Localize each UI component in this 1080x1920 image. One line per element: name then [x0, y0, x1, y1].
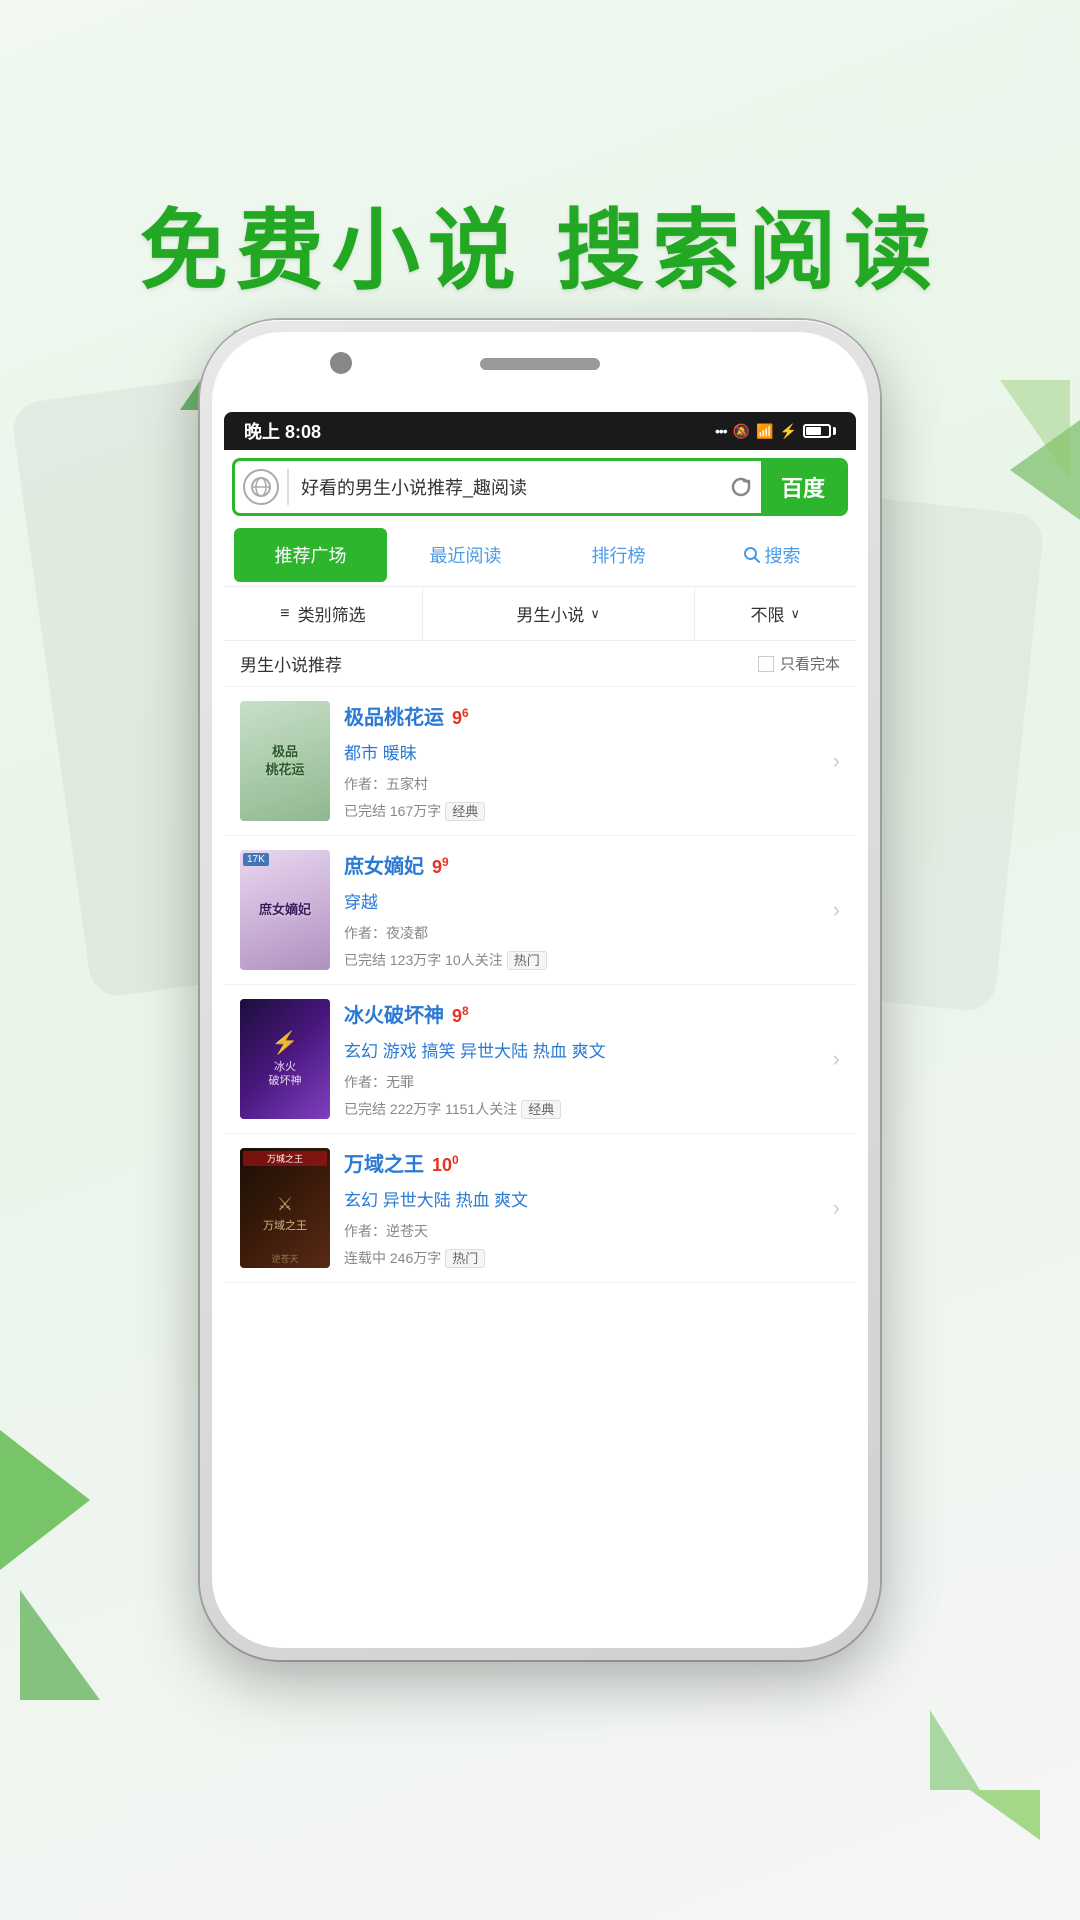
book-stats-1: 已完结 167万字经典 — [344, 801, 815, 821]
book-stats-4: 连载中 246万字热门 — [344, 1248, 815, 1268]
book-genre-1: 都市 暖昧 — [344, 739, 815, 764]
wifi-icon: 📶 — [756, 423, 773, 440]
deco-triangle-left-bottom — [0, 1430, 90, 1570]
chevron-down-icon-2: ∨ — [790, 606, 800, 622]
cover-badge-2: 17K — [243, 853, 269, 866]
battery-icon — [803, 424, 836, 438]
complete-filter[interactable]: 只看完本 — [758, 653, 840, 674]
filter-category-icon: ≡ — [280, 605, 289, 623]
deco-triangle-right-bottom — [970, 1790, 1040, 1840]
phone-camera — [330, 352, 352, 374]
phone-mockup: 晚上 8:08 ••• 🔕 📶 ⚡ — [200, 320, 880, 1660]
book-rating-3: 98 — [452, 1004, 469, 1027]
charge-icon: ⚡ — [780, 423, 797, 440]
section-header: 男生小说推荐 只看完本 — [224, 641, 856, 687]
book-stats-3: 已完结 222万字 1151人关注经典 — [344, 1099, 815, 1119]
app-title: 免费小说 搜索阅读 — [0, 180, 1080, 307]
book-rating-1: 96 — [452, 706, 469, 729]
tab-recommend[interactable]: 推荐广场 — [234, 528, 387, 582]
deco-triangle-right2 — [1000, 380, 1070, 480]
book-arrow-4: › — [829, 1148, 840, 1268]
search-query[interactable]: 好看的男生小说推荐_趣阅读 — [289, 466, 721, 508]
book-info-2: 庶女嫡妃 99 穿越 作者：夜凌都 已完结 123万字 10人关注热门 — [344, 850, 815, 970]
filter-limit-label: 不限 — [750, 601, 784, 626]
signal-icon: ••• — [715, 423, 727, 439]
book-cover-3: ⚡ 冰火破坏神 — [240, 999, 330, 1119]
baidu-button[interactable]: 百度 — [761, 461, 845, 513]
search-icon — [743, 546, 761, 564]
book-item[interactable]: ⚡ 冰火破坏神 冰火破坏神 98 玄幻 游戏 搞笑 异世大陆 热血 爽文 作者：… — [224, 985, 856, 1134]
book-list: 极品桃花运 极品桃花运 96 都市 暖昧 作者：五家村 — [224, 687, 856, 1636]
book-author-1: 作者：五家村 — [344, 774, 815, 794]
filter-type-label: 男生小说 — [516, 601, 584, 626]
book-info-1: 极品桃花运 96 都市 暖昧 作者：五家村 已完结 167万字经典 — [344, 701, 815, 821]
book-rating-4: 100 — [432, 1153, 459, 1176]
section-title: 男生小说推荐 — [240, 651, 342, 676]
chevron-down-icon: ∨ — [590, 606, 600, 622]
filter-type-button[interactable]: 男生小说 ∨ — [423, 587, 695, 640]
complete-checkbox[interactable] — [758, 656, 774, 672]
book-title-2: 庶女嫡妃 — [344, 850, 424, 879]
book-cover-1: 极品桃花运 — [240, 701, 330, 821]
nav-tabs: 推荐广场 最近阅读 排行榜 搜索 — [224, 524, 856, 587]
book-item[interactable]: 17K 庶女嫡妃 庶女嫡妃 99 穿越 作者：夜凌都 — [224, 836, 856, 985]
status-time: 晚上 8:08 — [244, 418, 321, 444]
book-genre-2: 穿越 — [344, 888, 815, 913]
complete-label: 只看完本 — [780, 653, 840, 674]
book-arrow-3: › — [829, 999, 840, 1119]
book-author-2: 作者：夜凌都 — [344, 923, 815, 943]
book-cover-4: 万城之王 ⚔ 万域之王 逆苍天 — [240, 1148, 330, 1268]
book-title-4: 万域之王 — [344, 1148, 424, 1177]
book-info-3: 冰火破坏神 98 玄幻 游戏 搞笑 异世大陆 热血 爽文 作者：无罪 已完结 2… — [344, 999, 815, 1119]
deco-triangle-left-bottom2 — [20, 1590, 100, 1700]
book-genre-3: 玄幻 游戏 搞笑 异世大陆 热血 爽文 — [344, 1037, 815, 1062]
book-cover-2: 17K 庶女嫡妃 — [240, 850, 330, 970]
book-author-3: 作者：无罪 — [344, 1072, 815, 1092]
tab-recent[interactable]: 最近阅读 — [389, 528, 542, 582]
book-arrow-2: › — [829, 850, 840, 970]
filter-limit-button[interactable]: 不限 ∨ — [695, 587, 857, 640]
globe-icon — [243, 469, 279, 505]
book-genre-4: 玄幻 异世大陆 热血 爽文 — [344, 1186, 815, 1211]
search-bar[interactable]: 好看的男生小说推荐_趣阅读 百度 — [232, 458, 848, 516]
filter-category-label: 类别筛选 — [298, 601, 366, 626]
book-arrow-1: › — [829, 701, 840, 821]
book-title-3: 冰火破坏神 — [344, 999, 444, 1028]
silent-icon: 🔕 — [733, 423, 750, 440]
status-icons: ••• 🔕 📶 ⚡ — [715, 423, 836, 440]
phone-speaker — [480, 358, 600, 370]
tab-search[interactable]: 搜索 — [695, 528, 848, 582]
status-bar: 晚上 8:08 ••• 🔕 📶 ⚡ — [224, 412, 856, 450]
refresh-icon[interactable] — [721, 467, 761, 507]
filter-bar: ≡ 类别筛选 男生小说 ∨ 不限 ∨ — [224, 587, 856, 641]
book-info-4: 万域之王 100 玄幻 异世大陆 热血 爽文 作者：逆苍天 连载中 246万字热… — [344, 1148, 815, 1268]
book-author-4: 作者：逆苍天 — [344, 1221, 815, 1241]
book-rating-2: 99 — [432, 855, 449, 878]
book-item[interactable]: 极品桃花运 极品桃花运 96 都市 暖昧 作者：五家村 — [224, 687, 856, 836]
tab-ranking[interactable]: 排行榜 — [542, 528, 695, 582]
deco-triangle-right-bottom2 — [930, 1710, 980, 1790]
book-stats-2: 已完结 123万字 10人关注热门 — [344, 950, 815, 970]
book-title-1: 极品桃花运 — [344, 701, 444, 730]
filter-category-button[interactable]: ≡ 类别筛选 — [224, 587, 423, 640]
phone-screen: 晚上 8:08 ••• 🔕 📶 ⚡ — [224, 412, 856, 1636]
book-item[interactable]: 万城之王 ⚔ 万域之王 逆苍天 万域之王 100 玄幻 异世大陆 热血 — [224, 1134, 856, 1283]
